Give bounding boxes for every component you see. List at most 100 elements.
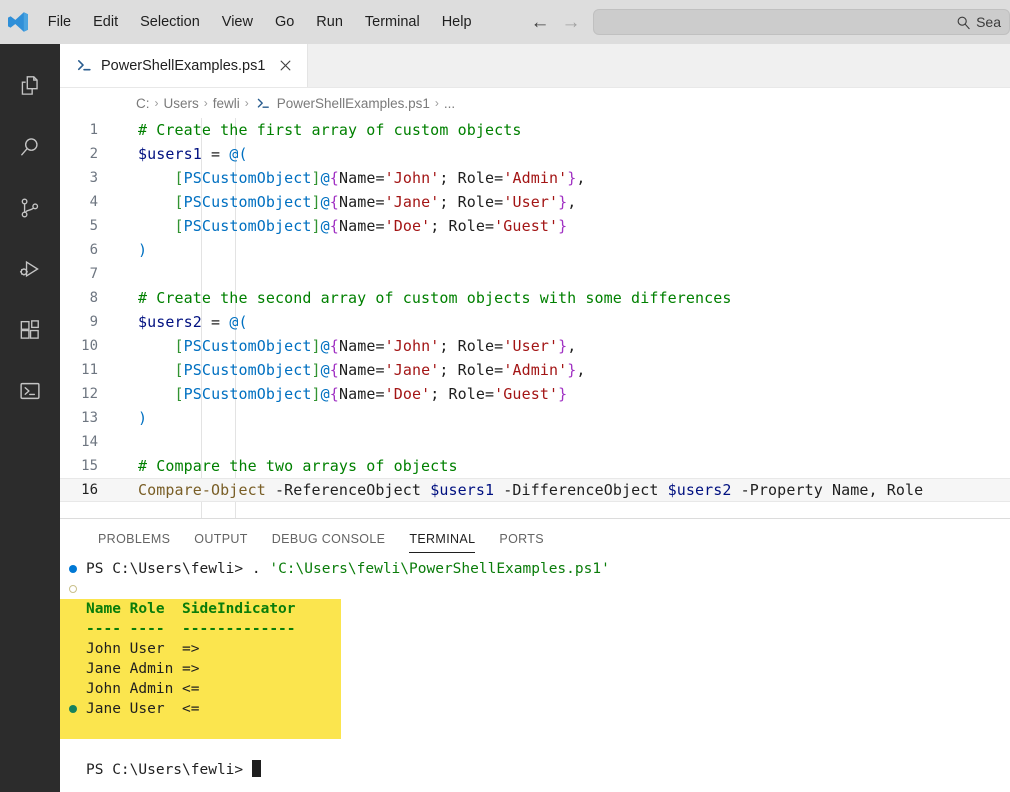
code-line[interactable]: 6) [60,238,1010,262]
code-line[interactable]: 10 [PSCustomObject]@{Name='John'; Role='… [60,334,1010,358]
breadcrumb-item-1[interactable]: Users [164,96,199,111]
command-success-dot-icon [60,565,86,573]
code-line[interactable]: 4 [PSCustomObject]@{Name='Jane'; Role='U… [60,190,1010,214]
breadcrumb-item-4[interactable]: ... [444,96,455,111]
arrow-right-icon[interactable]: → [562,13,581,32]
code-token: , [567,193,577,211]
terminal-line: PS C:\Users\fewli> . 'C:\Users\fewli\Pow… [60,559,1010,579]
command-center-search[interactable]: Sea [592,9,1010,35]
code-token: } [567,361,577,379]
code-token: 'Doe' [384,217,431,235]
code-line[interactable]: 5 [PSCustomObject]@{Name='Doe'; Role='Gu… [60,214,1010,238]
tab-powershellexamples[interactable]: PowerShellExamples.ps1 [60,44,309,87]
tab-output[interactable]: OUTPUT [182,519,260,559]
code-line[interactable]: 13) [60,406,1010,430]
menu-terminal[interactable]: Terminal [354,8,431,36]
hollow-circle-icon[interactable] [69,585,77,593]
code-text: ) [122,409,147,427]
code-text: ) [122,241,147,259]
code-token: } [558,385,568,403]
code-token: 'User' [503,337,559,355]
code-token: $users2 [667,481,732,499]
code-text: [PSCustomObject]@{Name='Doe'; Role='Gues… [122,385,568,403]
code-line[interactable]: 12 [PSCustomObject]@{Name='Doe'; Role='G… [60,382,1010,406]
tab-debug-console[interactable]: DEBUG CONSOLE [260,519,398,559]
code-token: Role= [448,217,495,235]
code-token: -DifferenceObject [494,481,668,499]
terminal-segment: John Admin <= [86,681,200,697]
code-token: ] [311,217,321,235]
code-token: } [567,169,577,187]
terminal-line [60,719,1010,739]
green-dot-icon[interactable] [69,705,77,713]
code-token: ; [439,337,458,355]
sidebar-item-run-and-debug[interactable] [0,239,60,299]
sidebar-item-search[interactable] [0,117,60,177]
line-number: 16 [81,482,98,498]
run-and-debug-icon [17,256,43,282]
menu-selection[interactable]: Selection [129,8,211,36]
code-token: -Property Name, Role [731,481,924,499]
blue-dot-icon[interactable] [69,565,77,573]
terminal-text: Jane Admin => [86,659,341,679]
code-token: Name= [338,169,385,187]
code-token: ; [430,385,449,403]
code-line[interactable]: 1 # Create the first array of custom obje… [60,118,1010,142]
menu-edit[interactable]: Edit [82,8,129,36]
terminal-text: John User => [86,639,341,659]
menu-run[interactable]: Run [305,8,354,36]
tab-terminal[interactable]: TERMINAL [397,519,487,559]
powershell-file-icon [76,57,93,74]
code-token: ) [138,409,148,427]
sidebar-item-explorer[interactable] [0,56,60,116]
breadcrumb-item-2[interactable]: fewli [213,96,240,111]
code-line[interactable]: 15 # Compare the two arrays of objects [60,454,1010,478]
breadcrumb-item-3[interactable]: PowerShellExamples.ps1 [277,96,430,111]
menu-file[interactable]: File [37,8,82,36]
code-token: 'Jane' [384,361,440,379]
code-token: 'Guest' [494,385,559,403]
sidebar-item-extensions[interactable] [0,300,60,360]
line-number: 10 [81,338,98,354]
code-token: ; [439,193,458,211]
code-token: @ [320,193,330,211]
terminal-text: ---- ---- ------------- [86,619,341,639]
editor-area: PowerShellExamples.ps1 C: › Users › fewl… [60,44,1010,792]
terminal-text: John Admin <= [86,679,341,699]
sidebar-item-source-control[interactable] [0,178,60,238]
arrow-left-icon[interactable]: ← [531,13,550,32]
code-line[interactable]: 16 Compare-Object -ReferenceObject $users… [60,478,1010,502]
line-number: 5 [89,218,98,234]
tab-ports[interactable]: PORTS [487,519,556,559]
breadcrumb-item-0[interactable]: C: [136,96,150,111]
code-token: ; [439,169,458,187]
command-output-dot-icon [60,705,86,713]
close-icon[interactable] [275,56,295,76]
code-line[interactable]: 7 [60,262,1010,286]
code-line[interactable]: 3 [PSCustomObject]@{Name='John'; Role='A… [60,166,1010,190]
menu-help[interactable]: Help [431,8,483,36]
code-line[interactable]: 11 [PSCustomObject]@{Name='Jane'; Role='… [60,358,1010,382]
powershell-file-icon [254,96,273,111]
line-number: 1 [89,122,98,138]
code-editor[interactable]: 1 # Create the first array of custom obje… [60,118,1010,518]
code-line[interactable]: 2 $users1 = @( [60,142,1010,166]
code-token: = [201,145,230,163]
code-line[interactable]: 8 # Create the second array of custom obj… [60,286,1010,310]
code-token: [ [174,193,184,211]
terminal-segment: Name Role SideIndicator [86,601,296,617]
code-line[interactable]: 14 [60,430,1010,454]
extensions-icon [17,317,43,343]
menu-view[interactable]: View [211,8,264,36]
code-token: Name= [338,337,385,355]
code-line[interactable]: 9 $users2 = @( [60,310,1010,334]
terminal-text: Jane User <= [86,699,341,719]
tab-problems[interactable]: PROBLEMS [86,519,182,559]
terminal-output[interactable]: PS C:\Users\fewli> . 'C:\Users\fewli\Pow… [60,559,1010,792]
sidebar-item-powershell[interactable] [0,361,60,421]
breadcrumb-separator: › [434,96,439,110]
code-text: $users2 = @( [122,313,248,331]
menu-go[interactable]: Go [264,8,305,36]
